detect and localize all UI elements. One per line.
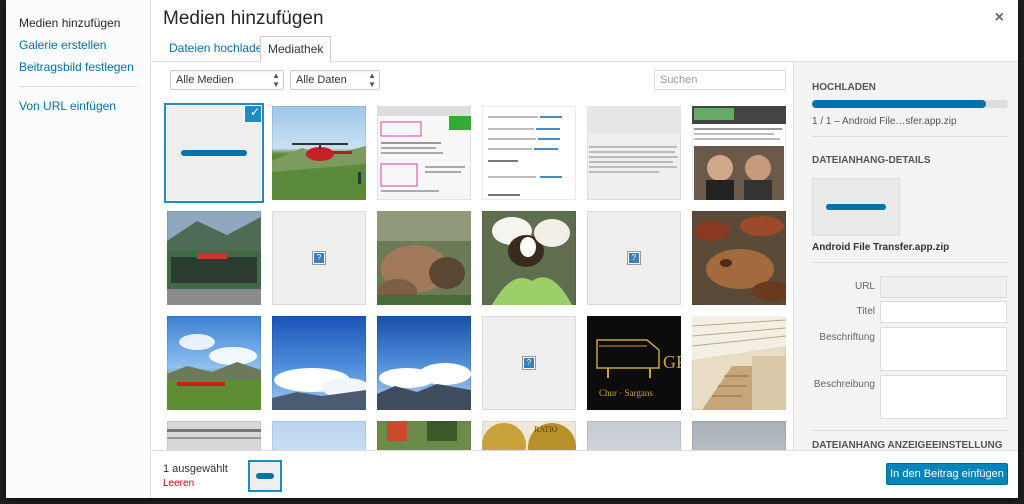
attachment-interior[interactable] <box>692 316 786 410</box>
media-menu: Medien hinzufügen Galerie erstellen Beit… <box>6 0 151 498</box>
clear-selection-link[interactable]: Leeren <box>163 478 194 489</box>
check-icon[interactable]: ✓ <box>245 106 261 122</box>
media-modal: Medien hinzufügen Galerie erstellen Beit… <box>6 0 1018 498</box>
upload-progress-bar <box>181 150 247 156</box>
description-label: Beschreibung <box>813 379 875 390</box>
attachment-placeholder[interactable]: ? <box>587 211 681 305</box>
attachments-grid: ✓ ? ? ? G Chur · Sargans RATIO <box>151 96 793 450</box>
sheep-closeup-image <box>492 217 572 305</box>
menu-separator <box>19 86 137 87</box>
attachment-sky-clouds[interactable] <box>272 316 366 410</box>
upload-progress-bar <box>812 100 1008 108</box>
attachment-station-building[interactable] <box>167 211 261 305</box>
attachment-landscape-train[interactable] <box>167 316 261 410</box>
media-footer: 1 ausgewählt Leeren In den Beitrag einfü… <box>151 450 1018 498</box>
modal-title: Medien hinzufügen <box>163 8 324 29</box>
divider <box>812 136 1008 137</box>
attachment-webpage-screenshot[interactable] <box>377 106 471 200</box>
attachment-roof[interactable] <box>167 421 261 450</box>
attachment-clouds[interactable] <box>587 421 681 450</box>
frog-image <box>694 216 786 301</box>
missing-image-icon: ? <box>628 252 640 264</box>
coins-image <box>482 423 576 450</box>
selected-attachment-thumb[interactable] <box>248 460 282 492</box>
url-field[interactable] <box>880 276 1007 298</box>
sheep-image <box>377 211 471 305</box>
caption-label: Beschriftung <box>819 332 875 343</box>
caption-field[interactable] <box>880 327 1007 371</box>
attachment-document-list[interactable] <box>482 106 576 200</box>
piano-logo-text: GR <box>663 352 681 372</box>
attachment-placeholder[interactable]: ? <box>482 316 576 410</box>
missing-image-icon: ? <box>313 252 325 264</box>
attachment-newspaper[interactable] <box>692 106 786 200</box>
document-image <box>488 116 562 196</box>
tab-upload-files[interactable]: Dateien hochladen <box>162 36 276 63</box>
display-settings-heading: DATEIANHANG ANZEIGEEINSTELLUNG <box>812 440 1003 450</box>
title-field[interactable] <box>880 301 1007 323</box>
insert-into-post-button[interactable]: In den Beitrag einfügen <box>886 463 1008 485</box>
attachment-text-document[interactable] <box>587 106 681 200</box>
attachment-helicopter[interactable] <box>272 106 366 200</box>
chevron-updown-icon: ▲ ▼ <box>272 71 280 89</box>
building-image <box>167 217 261 305</box>
selection-count: 1 ausgewählt <box>163 463 228 475</box>
attachment-frog[interactable] <box>692 211 786 305</box>
media-type-filter[interactable]: Alle Medien ▲ ▼ <box>170 70 284 90</box>
sky-image <box>272 368 366 410</box>
divider <box>812 262 1008 263</box>
attachment-sheep-closeup[interactable] <box>482 211 576 305</box>
date-filter-value: Alle Daten <box>296 74 347 86</box>
router-tabs: Dateien hochladen Mediathek <box>151 36 1018 63</box>
attachment-piano-logo[interactable]: GR Chur · Sargans <box>587 316 681 410</box>
menu-item-add-media[interactable]: Medien hinzufügen <box>6 12 150 34</box>
title-label: Titel <box>856 306 875 317</box>
piano-logo-subtitle: Chur · Sargans <box>599 388 653 398</box>
attachment-mountains-clouds[interactable] <box>377 316 471 410</box>
text-document-image <box>587 106 681 173</box>
attachment-selected[interactable]: ✓ <box>167 106 261 200</box>
landscape-image <box>167 334 261 410</box>
mountains-image <box>377 363 471 410</box>
attachment-sheep[interactable] <box>377 211 471 305</box>
mini-progress-bar <box>256 473 274 479</box>
date-filter[interactable]: Alle Daten ▲ ▼ <box>290 70 380 90</box>
menu-item-create-gallery[interactable]: Galerie erstellen <box>6 34 150 56</box>
divider <box>812 430 1008 431</box>
attachment-sidebar: HOCHLADEN 1 / 1 – Android File…sfer.app.… <box>793 62 1018 450</box>
roof-image <box>167 429 261 439</box>
media-type-filter-value: Alle Medien <box>176 74 234 86</box>
missing-image-icon: ? <box>523 357 535 369</box>
coin-text: RATIO <box>534 425 558 434</box>
detail-thumbnail <box>812 178 900 236</box>
helicopter-image <box>272 143 366 200</box>
upload-heading: HOCHLADEN <box>812 82 876 93</box>
menu-item-featured-image[interactable]: Beitragsbild festlegen <box>6 56 150 78</box>
attachment-filename: Android File Transfer.app.zip <box>812 242 950 253</box>
close-icon[interactable]: × <box>995 9 1004 27</box>
upload-status: 1 / 1 – Android File…sfer.app.zip <box>812 116 957 127</box>
webpage-image <box>377 106 471 192</box>
garden-image <box>387 421 457 441</box>
chevron-updown-icon: ▲ ▼ <box>368 71 376 89</box>
search-input[interactable]: Suchen <box>654 70 786 90</box>
tab-media-library[interactable]: Mediathek <box>260 36 332 63</box>
attachment-overcast[interactable] <box>692 421 786 450</box>
upload-progress-fill <box>812 100 987 108</box>
interior-image <box>692 316 786 410</box>
url-label: URL <box>854 281 875 292</box>
details-heading: DATEIANHANG-DETAILS <box>812 155 931 166</box>
attachment-coins[interactable]: RATIO <box>482 421 576 450</box>
media-toolbar: Alle Medien ▲ ▼ Alle Daten ▲ ▼ Suchen <box>151 62 793 96</box>
attachment-placeholder[interactable]: ? <box>272 211 366 305</box>
attachment-sky[interactable] <box>272 421 366 450</box>
detail-progress-bar <box>826 204 886 210</box>
description-field[interactable] <box>880 375 1007 419</box>
menu-item-insert-from-url[interactable]: Von URL einfügen <box>6 95 150 117</box>
newspaper-image <box>692 106 786 200</box>
attachment-garden[interactable] <box>377 421 471 450</box>
